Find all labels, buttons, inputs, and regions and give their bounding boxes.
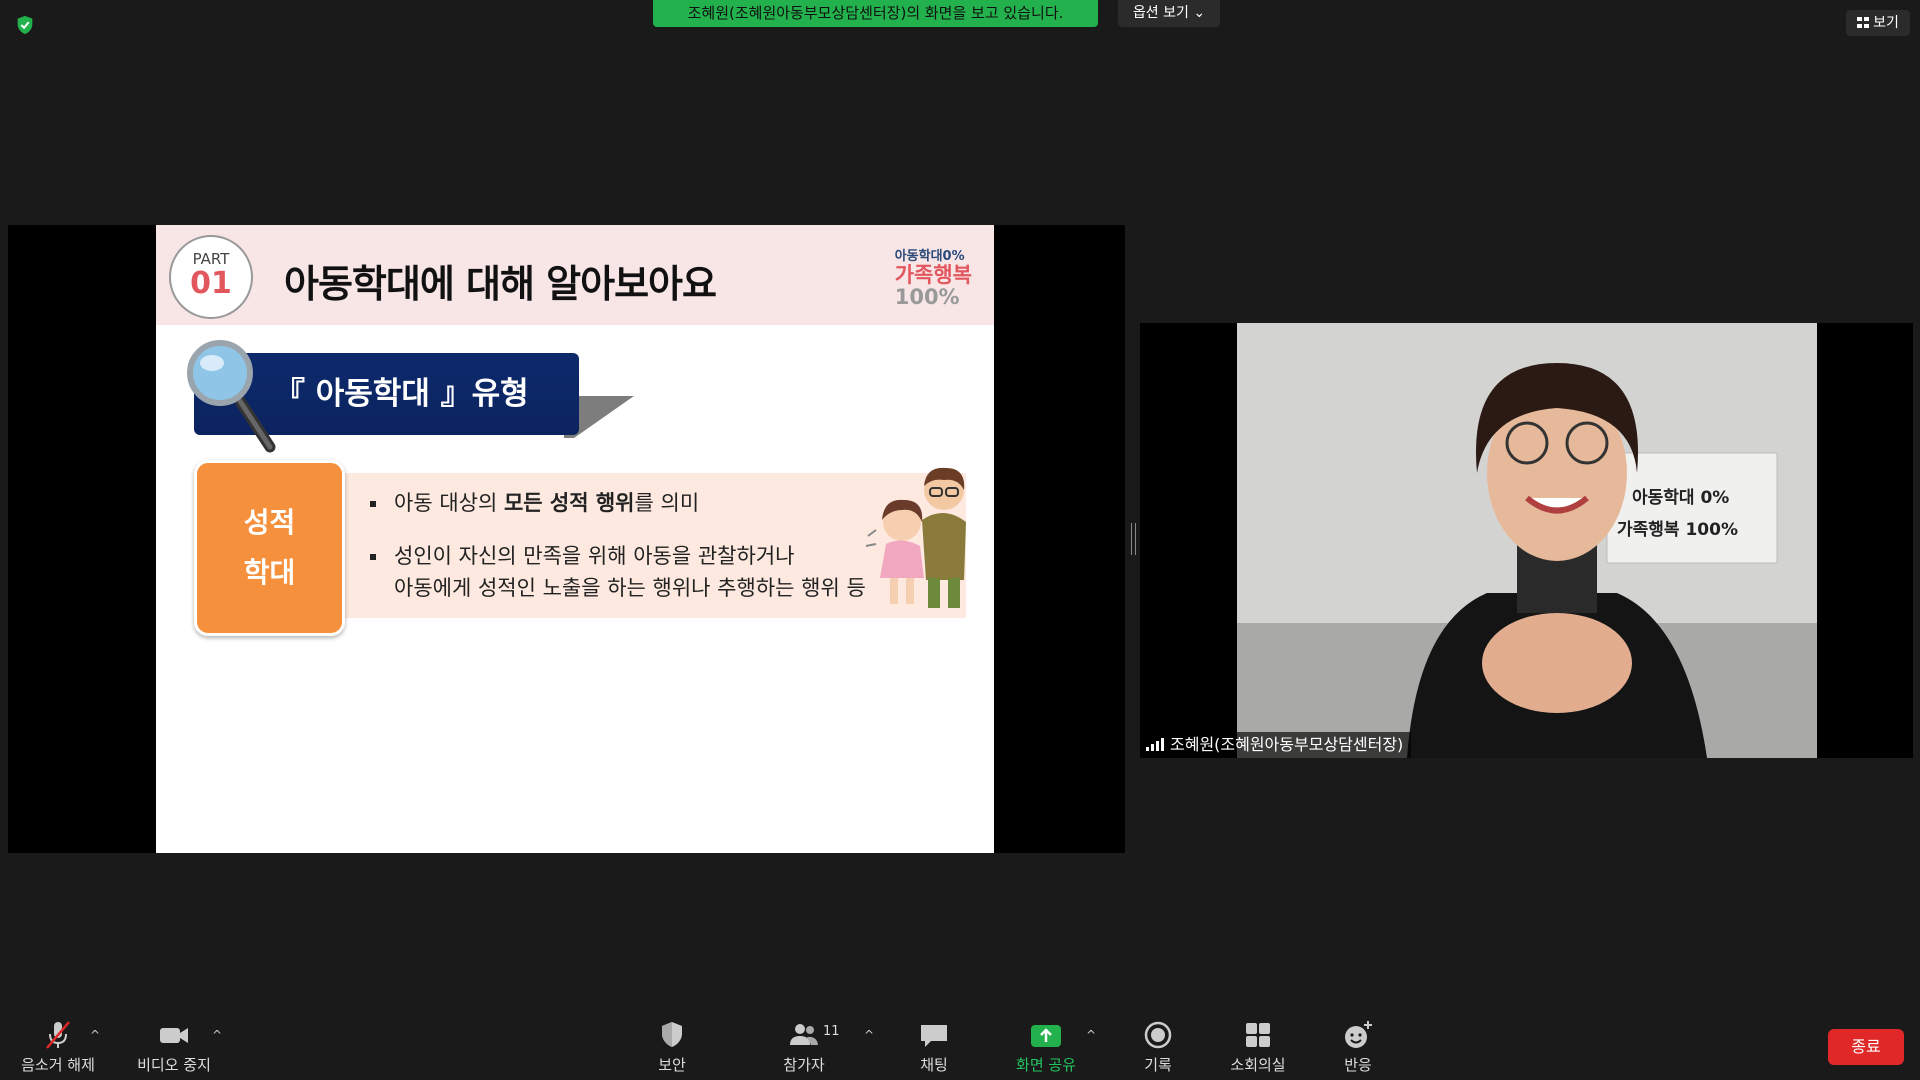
panel-resize-handle[interactable] (1131, 523, 1136, 555)
reactions-button[interactable]: 반응 (1330, 1018, 1386, 1075)
share-screen-icon (1031, 1025, 1061, 1047)
category-line1: 성적 (243, 506, 296, 539)
participants-count: 11 (823, 1024, 840, 1039)
security-shield-icon[interactable] (14, 14, 36, 36)
breakout-rooms-label: 소회의실 (1230, 1056, 1286, 1074)
view-layout-label: 보기 (1873, 15, 1899, 31)
screen-share-banner: 조혜원(조혜원아동부모상담센터장)의 화면을 보고 있습니다. (653, 0, 1098, 27)
unmute-label: 음소거 해제 (21, 1056, 95, 1074)
webcam-scene: 아동학대 0% 가족행복 100% (1237, 323, 1817, 758)
chevron-down-icon: ⌄ (1193, 5, 1206, 21)
stop-video-button[interactable]: 비디오 중지 (130, 1018, 218, 1075)
muted-microphone-icon (46, 1021, 70, 1049)
grid-icon (1857, 17, 1870, 28)
category-line2: 학대 (243, 556, 296, 589)
security-label: 보안 (658, 1056, 686, 1074)
bullet-item: 성인이 자신의 만족을 위해 아동을 관찰하거나아동에게 성적인 노출을 하는 … (368, 540, 866, 604)
share-options-caret-icon[interactable]: ^ (1086, 1028, 1096, 1042)
part-badge: PART 01 (169, 235, 253, 319)
participant-video-tile[interactable]: 아동학대 0% 가족행복 100% 조혜원(조혜원아동부모상담센터장) (1140, 323, 1913, 758)
video-camera-icon (160, 1028, 188, 1043)
participant-name-label: 조혜원(조혜원아동부모상담센터장) (1140, 732, 1412, 758)
shared-screen[interactable]: PART 01 아동학대에 대해 알아보아요 아동학대0% 가족행복 100% … (8, 225, 1125, 853)
bullet1-bold: 모든 성적 행위 (503, 491, 635, 515)
participants-label: 참가자 (783, 1056, 825, 1074)
record-button[interactable]: 기록 (1130, 1018, 1186, 1075)
brand-line1: 아동학대0% (894, 249, 965, 264)
magnifier-icon (187, 340, 276, 453)
video-options-caret-icon[interactable]: ^ (212, 1028, 222, 1042)
bullet2-line2: 아동에게 성적인 노출을 하는 행위나 추행하는 행위 등 (394, 576, 866, 600)
add-reaction-icon (1345, 1021, 1372, 1048)
brand-line2: 가족행복 (894, 263, 972, 287)
security-button[interactable]: 보안 (640, 1018, 704, 1075)
record-icon (1144, 1021, 1172, 1049)
presentation-slide: PART 01 아동학대에 대해 알아보아요 아동학대0% 가족행복 100% … (156, 225, 994, 853)
bullet2-line1: 성인이 자신의 만족을 위해 아동을 관찰하거나 (394, 544, 795, 568)
breakout-grid-icon (1246, 1023, 1270, 1047)
participants-caret-icon[interactable]: ^ (864, 1028, 874, 1042)
bullet1-post: 를 의미 (634, 491, 700, 515)
category-box: 성적 학대 (194, 460, 345, 636)
participant-name: 조혜원(조혜원아동부모상담센터장) (1170, 735, 1404, 754)
bullet1-pre: 아동 대상의 (394, 491, 504, 515)
part-number: 01 (190, 266, 232, 301)
share-screen-button[interactable]: 화면 공유 (1008, 1018, 1084, 1075)
brand-line3: 100% (894, 285, 960, 309)
chat-label: 채팅 (920, 1056, 948, 1074)
sign-line1: 아동학대 0% (1632, 488, 1729, 508)
bullet-item: 아동 대상의 모든 성적 행위를 의미 (368, 487, 866, 519)
sign-line2: 가족행복 100% (1617, 520, 1738, 540)
view-options-button[interactable]: 옵션 보기 ⌄ (1118, 0, 1220, 27)
share-screen-label: 화면 공유 (1016, 1056, 1076, 1074)
security-shield-icon (662, 1022, 682, 1047)
child-illustration-icon (865, 467, 966, 608)
signal-strength-icon (1146, 738, 1164, 751)
reactions-label: 반응 (1344, 1056, 1372, 1074)
participants-icon (790, 1024, 818, 1045)
unmute-button[interactable]: 음소거 해제 (14, 1018, 102, 1075)
end-meeting-button[interactable]: 종료 (1828, 1029, 1904, 1065)
participant-video-feed: 아동학대 0% 가족행복 100% (1237, 323, 1817, 758)
campaign-logo: 아동학대0% 가족행복 100% (895, 245, 972, 308)
record-label: 기록 (1144, 1056, 1172, 1074)
meeting-toolbar: 음소거 해제 ^ 비디오 중지 ^ 보안 참가자 11 ^ 채팅 화면 공유 ^… (0, 1010, 1920, 1080)
bullet-list: 아동 대상의 모든 성적 행위를 의미 성인이 자신의 만족을 위해 아동을 관… (368, 487, 866, 625)
chat-bubble-icon (921, 1025, 947, 1047)
slide-title: 아동학대에 대해 알아보아요 (284, 262, 717, 306)
stop-video-label: 비디오 중지 (137, 1056, 211, 1074)
breakout-rooms-button[interactable]: 소회의실 (1222, 1018, 1294, 1075)
view-options-label: 옵션 보기 (1132, 5, 1189, 21)
audio-options-caret-icon[interactable]: ^ (90, 1028, 100, 1042)
view-layout-button[interactable]: 보기 (1846, 10, 1910, 36)
chat-button[interactable]: 채팅 (906, 1018, 962, 1075)
